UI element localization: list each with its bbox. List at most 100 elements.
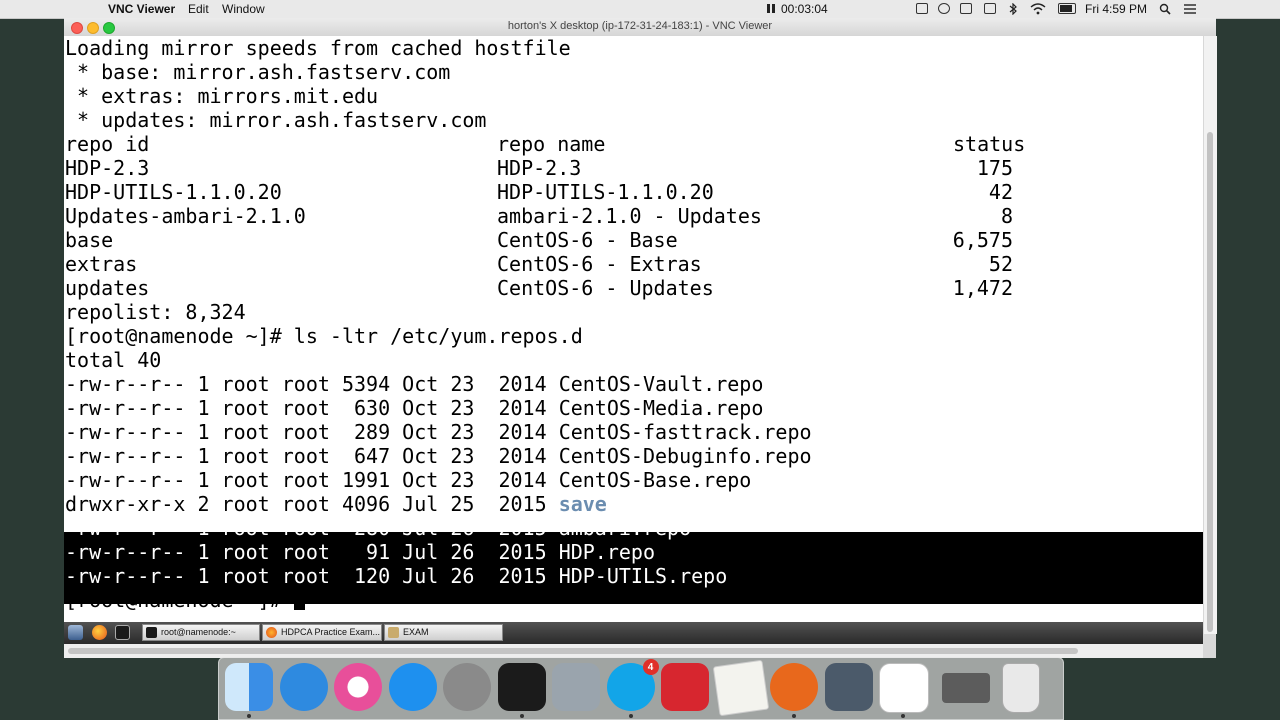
file-entry: -rw-r--r-- 1 root root 289 Oct 23 2014 C… [65,420,812,444]
repo-status: 42 [988,180,1013,204]
wifi-icon[interactable] [1030,3,1046,15]
mac-dock: 4 [218,657,1064,720]
horizontal-scroll-thumb[interactable] [68,648,1078,654]
file-name: HDP.repo [558,540,656,564]
parallels-icon[interactable] [661,663,709,711]
vnc-viewer-icon[interactable] [879,663,929,713]
terminal-output[interactable]: Loading mirror speeds from cached hostfi… [64,36,1203,634]
textedit-icon[interactable] [712,659,769,717]
repo-name: CentOS-6 - Updates [497,276,714,300]
repo-row: HDP-2.3 HDP-2.3 175 [65,156,1065,180]
taskbar-button-label: EXAM [403,627,429,637]
running-indicator [628,714,633,718]
file-meta: -rw-r--r-- 1 root root 120 Jul 26 2015 [65,564,559,588]
terminal-icon [146,627,157,638]
window-titlebar: horton's X desktop (ip-172-31-24-183:1) … [64,18,1216,37]
file-meta: drwxr-xr-x 2 root root 4096 Jul 25 2015 [65,492,559,516]
file-name: CentOS-Debuginfo.repo [558,444,812,468]
repo-id: HDP-2.3 [65,156,150,180]
window-title: horton's X desktop (ip-172-31-24-183:1) … [507,20,773,32]
repo-status: 1,472 [952,276,1013,300]
clipboard-icon[interactable] [960,3,972,14]
file-meta: -rw-r--r-- 1 root root 289 Oct 23 2014 [65,420,559,444]
running-indicator [792,714,796,718]
repo-id: Updates-ambari-2.1.0 [65,204,306,228]
repo-row: Updates-ambari-2.1.0 ambari-2.1.0 - Upda… [65,204,1065,228]
file-meta: -rw-r--r-- 1 root root 630 Oct 23 2014 [65,396,559,420]
file-entry: -rw-r--r-- 1 root root 1991 Oct 23 2014 … [65,468,751,492]
header-status: status [953,132,1026,156]
battery-icon[interactable] [1058,3,1076,14]
taskbar-firefox-window[interactable]: HDPCA Practice Exam... [262,624,382,641]
horizontal-scrollbar[interactable] [64,644,1203,658]
airplay-icon[interactable] [984,3,996,14]
repo-name: CentOS-6 - Base [497,228,678,252]
header-repo-id: repo id [65,132,150,156]
repo-name: CentOS-6 - Extras [497,252,702,276]
notification-center-icon[interactable] [1183,3,1196,14]
directory-entry: drwxr-xr-x 2 root root 4096 Jul 25 2015 … [65,492,607,516]
duplicate-icon[interactable] [916,3,928,14]
file-entry-selected: -rw-r--r-- 1 root root 91 Jul 26 2015 HD… [65,540,655,564]
bluetooth-icon[interactable] [1008,2,1020,16]
repo-name: HDP-2.3 [497,156,582,180]
repolist-summary: repolist: 8,324 [65,300,246,324]
terminal-launcher-icon[interactable] [115,625,130,640]
taskbar-exam-folder-window[interactable]: EXAM [384,624,503,641]
network-radar-icon[interactable] [552,663,600,711]
finder-icon[interactable] [225,663,273,711]
vnc-viewer-window: horton's X desktop (ip-172-31-24-183:1) … [64,18,1217,658]
taskbar-terminal-window[interactable]: root@namenode:~ [142,624,260,641]
mac-menubar: VNC Viewer Edit Window 00:03:04 Fri 4:59… [0,0,1280,19]
repo-id: base [65,228,114,252]
firefox-icon [266,627,277,638]
app-menu-vnc-viewer[interactable]: VNC Viewer [108,2,175,16]
trash-icon[interactable] [1002,663,1040,713]
system-preferences-icon[interactable] [443,663,491,711]
repo-status: 175 [976,156,1013,180]
taskbar-button-label: root@namenode:~ [161,627,236,637]
file-name: CentOS-fasttrack.repo [558,420,812,444]
file-meta: -rw-r--r-- 1 root root 647 Oct 23 2014 [65,444,559,468]
screen-sharing-icon[interactable] [824,663,873,711]
file-entry: -rw-r--r-- 1 root root 5394 Oct 23 2014 … [65,372,763,396]
skype-icon[interactable]: 4 [606,659,659,711]
terminal-line: * extras: mirrors.mit.edu [65,84,379,108]
file-meta: -rw-r--r-- 1 root root 280 Jul 26 2015 [65,516,559,540]
menu-edit[interactable]: Edit [188,2,209,16]
repo-table-header: repo id repo name status [65,132,1065,156]
app-store-icon[interactable] [388,663,437,711]
vertical-scrollbar[interactable] [1203,36,1217,634]
file-meta: -rw-r--r-- 1 root root 91 Jul 26 2015 [65,540,559,564]
file-entry-selected: -rw-r--r-- 1 root root 280 Jul 26 2015 a… [65,516,691,540]
repo-row: extras CentOS-6 - Extras 52 [65,252,1065,276]
pause-recording-icon[interactable] [765,3,777,14]
text-cursor [293,588,305,610]
directory-name: save [558,492,607,516]
file-entry: -rw-r--r-- 1 root root 630 Oct 23 2014 C… [65,396,763,420]
menubar-clock[interactable]: Fri 4:59 PM [1085,2,1147,16]
running-indicator [519,714,524,718]
ls-total: total 40 [65,348,162,372]
itunes-icon[interactable] [334,663,382,711]
vertical-scroll-thumb[interactable] [1207,132,1213,632]
repo-status: 52 [988,252,1013,276]
spotlight-search-icon[interactable] [1159,3,1171,15]
prompt-text: [root@namenode ~]# [65,588,294,612]
downloads-stack-icon[interactable] [941,673,990,703]
start-menu-icon[interactable] [68,625,83,640]
taskbar-button-label: HDPCA Practice Exam... [281,627,381,637]
recording-timer: 00:03:04 [781,2,828,16]
file-name: CentOS-Base.repo [558,468,752,492]
terminal-icon[interactable] [497,663,546,711]
safari-icon[interactable] [279,663,328,711]
menu-window[interactable]: Window [222,2,265,16]
shell-command: [root@namenode ~]# ls -ltr /etc/yum.repo… [65,324,583,348]
file-meta: -rw-r--r-- 1 root root 5394 Oct 23 2014 [65,372,559,396]
check-circle-icon[interactable] [938,3,950,14]
running-indicator [901,714,905,718]
shell-prompt[interactable]: [root@namenode ~]# [65,588,305,612]
firefox-launcher-icon[interactable] [92,625,107,640]
repo-row: base CentOS-6 - Base 6,575 [65,228,1065,252]
firefox-icon[interactable] [770,663,818,711]
